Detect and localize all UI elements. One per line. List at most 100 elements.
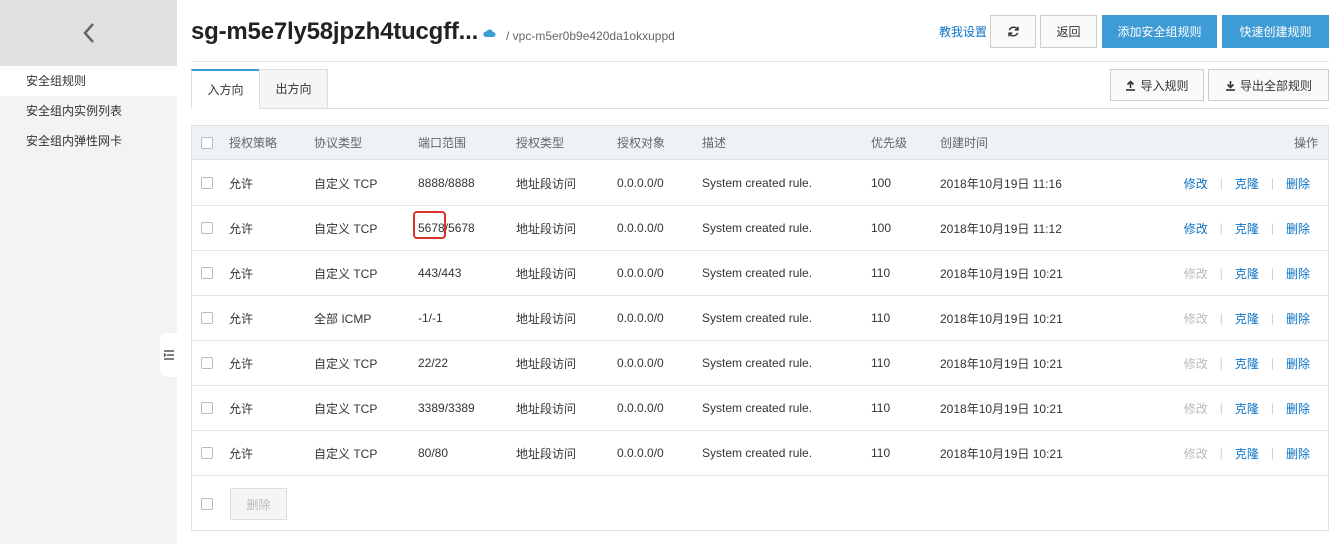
row-actions: 修改 | 克隆 | 删除 <box>1184 251 1310 295</box>
cell-auth-type: 地址段访问 <box>516 221 577 236</box>
table-row: 允许 自定义 TCP 22/22 地址段访问 0.0.0.0/0 System creat… <box>192 341 1328 386</box>
row-actions: 修改 | 克隆 | 删除 <box>1184 386 1310 430</box>
clone-link[interactable]: 克隆 <box>1235 355 1259 372</box>
export-rules-button[interactable]: 导出全部规则 <box>1208 69 1329 101</box>
action-separator: | <box>1270 176 1274 190</box>
header-divider <box>191 61 1329 62</box>
cell-target: 0.0.0.0/0 <box>617 446 664 460</box>
refresh-icon <box>1007 26 1019 37</box>
delete-link[interactable]: 删除 <box>1286 265 1310 282</box>
sidebar-item-instances[interactable]: 安全组内实例列表 <box>0 96 177 126</box>
cell-target: 0.0.0.0/0 <box>617 221 664 235</box>
delete-link[interactable]: 删除 <box>1286 400 1310 417</box>
delete-link[interactable]: 删除 <box>1286 445 1310 462</box>
action-separator: | <box>1219 401 1223 415</box>
cell-priority: 110 <box>871 266 891 280</box>
cell-port: 22/22 <box>418 356 449 370</box>
cell-policy: 允许 <box>229 446 254 461</box>
modify-link: 修改 <box>1183 446 1208 461</box>
row-checkbox[interactable] <box>201 222 213 234</box>
menu-collapse-icon <box>162 350 174 360</box>
table-header: 授权策略 协议类型 端口范围 授权类型 授权对象 描述 优先级 创建时间 操作 <box>192 126 1328 160</box>
cloud-icon <box>483 29 496 37</box>
clone-link[interactable]: 克隆 <box>1235 445 1259 462</box>
delete-link[interactable]: 删除 <box>1286 220 1310 237</box>
rules-table: 授权策略 协议类型 端口范围 授权类型 授权对象 描述 优先级 创建时间 操作 … <box>191 125 1329 531</box>
quick-create-button[interactable]: 快速创建规则 <box>1222 15 1329 48</box>
cell-priority: 110 <box>871 356 891 370</box>
return-button[interactable]: 返回 <box>1040 15 1097 48</box>
cell-desc: System created rule. <box>702 311 813 325</box>
row-checkbox[interactable] <box>201 447 213 459</box>
vpc-breadcrumb[interactable]: / vpc-m5er0b9e420da1okxuppd <box>506 29 675 43</box>
cell-target: 0.0.0.0/0 <box>617 266 664 280</box>
tab-outbound[interactable]: 出方向 <box>259 69 328 109</box>
tab-inbound[interactable]: 入方向 <box>191 69 260 109</box>
sidebar-item-rules[interactable]: 安全组规则 <box>0 66 177 96</box>
row-actions: 修改 | 克隆 | 删除 <box>1184 341 1310 385</box>
sidebar-collapse-handle[interactable] <box>160 333 177 377</box>
cell-priority: 110 <box>871 446 891 460</box>
sidebar-item-enis[interactable]: 安全组内弹性网卡 <box>0 126 177 156</box>
row-checkbox[interactable] <box>201 402 213 414</box>
add-rule-button[interactable]: 添加安全组规则 <box>1102 15 1217 48</box>
row-checkbox[interactable] <box>201 357 213 369</box>
cell-auth-type: 地址段访问 <box>516 356 577 371</box>
clone-link[interactable]: 克隆 <box>1235 400 1259 417</box>
cell-desc: System created rule. <box>702 176 813 190</box>
table-row: 允许 自定义 TCP 80/80 地址段访问 0.0.0.0/0 System creat… <box>192 431 1328 476</box>
import-rules-button[interactable]: 导入规则 <box>1110 69 1204 101</box>
header-priority: 优先级 <box>871 136 908 150</box>
chevron-left-icon <box>82 23 94 43</box>
refresh-button[interactable] <box>990 15 1036 48</box>
action-separator: | <box>1270 401 1274 415</box>
header-desc: 描述 <box>702 136 727 150</box>
cell-port: 443/443 <box>418 266 462 280</box>
cell-created: 2018年10月19日 11:16 <box>940 176 1062 191</box>
footer-select-checkbox[interactable] <box>201 498 213 510</box>
download-icon <box>1225 80 1235 91</box>
cell-auth-type: 地址段访问 <box>516 176 577 191</box>
cell-auth-type: 地址段访问 <box>516 401 577 416</box>
cell-desc: System created rule. <box>702 356 813 370</box>
delete-link[interactable]: 删除 <box>1286 355 1310 372</box>
sidebar-nav: 安全组规则 安全组内实例列表 安全组内弹性网卡 <box>0 66 177 156</box>
batch-delete-button[interactable]: 删除 <box>230 488 287 520</box>
cell-protocol: 自定义 TCP <box>314 266 378 281</box>
modify-link[interactable]: 修改 <box>1184 175 1208 192</box>
cell-policy: 允许 <box>229 221 254 236</box>
modify-link: 修改 <box>1183 356 1208 371</box>
cell-policy: 允许 <box>229 176 254 191</box>
clone-link[interactable]: 克隆 <box>1235 265 1259 282</box>
sidebar: 安全组规则 安全组内实例列表 安全组内弹性网卡 <box>0 0 177 544</box>
row-checkbox[interactable] <box>201 177 213 189</box>
table-footer: 删除 <box>192 476 1328 531</box>
import-rules-label: 导入规则 <box>1140 78 1189 93</box>
help-link[interactable]: 教我设置 <box>939 23 987 40</box>
cell-priority: 100 <box>871 176 892 190</box>
cell-policy: 允许 <box>229 401 254 416</box>
modify-link: 修改 <box>1183 401 1208 416</box>
clone-link[interactable]: 克隆 <box>1235 310 1259 327</box>
cell-priority: 100 <box>871 221 892 235</box>
modify-link: 修改 <box>1183 266 1208 281</box>
page-header: sg-m5e7ly58jpzh4tucgff... / vpc-m5er0b9e… <box>191 14 1329 50</box>
cell-protocol: 自定义 TCP <box>314 356 378 371</box>
select-all-checkbox[interactable] <box>201 136 213 149</box>
action-separator: | <box>1219 311 1223 325</box>
cell-priority: 110 <box>871 311 891 325</box>
export-rules-label: 导出全部规则 <box>1239 78 1312 93</box>
modify-link[interactable]: 修改 <box>1184 220 1208 237</box>
table-row: 允许 自定义 TCP 443/443 地址段访问 0.0.0.0/0 System cre… <box>192 251 1328 296</box>
action-separator: | <box>1270 221 1274 235</box>
row-checkbox[interactable] <box>201 312 213 324</box>
table-row: 允许 自定义 TCP 8888/8888 地址段访问 0.0.0.0/0 System c… <box>192 161 1328 206</box>
row-checkbox[interactable] <box>201 267 213 279</box>
delete-link[interactable]: 删除 <box>1286 175 1310 192</box>
back-button[interactable] <box>0 0 177 66</box>
clone-link[interactable]: 克隆 <box>1235 220 1259 237</box>
delete-link[interactable]: 删除 <box>1286 310 1310 327</box>
cell-auth-type: 地址段访问 <box>516 311 577 326</box>
cell-port: 80/80 <box>418 446 449 460</box>
clone-link[interactable]: 克隆 <box>1235 175 1259 192</box>
